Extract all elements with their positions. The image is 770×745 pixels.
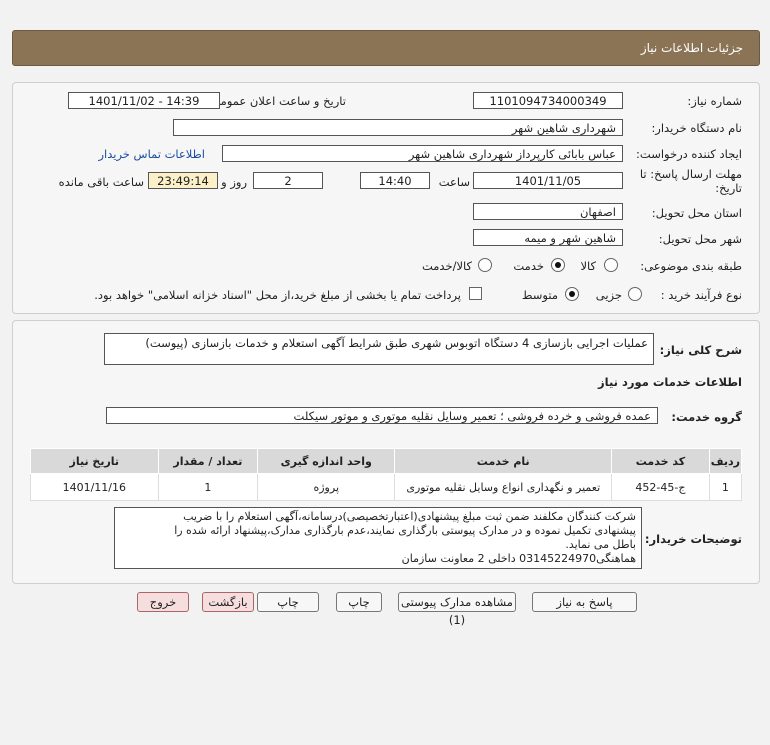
process-label: نوع فرآیند خرید : bbox=[660, 288, 742, 302]
process-radio-minor[interactable] bbox=[628, 287, 642, 301]
page-header: جزئیات اطلاعات نیاز bbox=[12, 30, 760, 66]
buyer-notes-line: باطل می نماید. bbox=[565, 538, 636, 551]
province-label: استان محل تحویل: bbox=[651, 206, 742, 220]
buyer-org-label: نام دستگاه خریدار: bbox=[651, 121, 742, 135]
buyer-notes-line: هماهنگی03145224970 داخلی 2 معاونت سازمان bbox=[401, 552, 636, 565]
need-number-field: 1101094734000349 bbox=[473, 92, 623, 109]
need-number-label: شماره نیاز: bbox=[687, 94, 742, 108]
city-field: شاهین شهر و میمه bbox=[473, 229, 623, 246]
print-button[interactable]: چاپ bbox=[336, 592, 382, 612]
deadline-label-date: تاریخ: bbox=[715, 181, 742, 195]
view-attachments-button[interactable]: مشاهده مدارک پیوستی (1) bbox=[398, 592, 516, 627]
deadline-date-field: 1401/11/05 bbox=[473, 172, 623, 189]
treasury-checkbox[interactable] bbox=[469, 287, 482, 300]
category-radio-service[interactable] bbox=[551, 258, 565, 272]
page-title: جزئیات اطلاعات نیاز bbox=[640, 41, 743, 55]
days-label: روز و bbox=[221, 175, 247, 189]
category-option-goods: کالا bbox=[580, 259, 596, 273]
creator-label: ایجاد کننده درخواست: bbox=[636, 147, 742, 161]
table-cell: 1401/11/16 bbox=[30, 473, 159, 501]
buyer-contact-link[interactable]: اطلاعات تماس خریدار bbox=[98, 147, 205, 161]
service-group-field: عمده فروشی و خرده فروشی ؛ تعمیر وسایل نق… bbox=[106, 407, 658, 424]
remaining-label: ساعت باقی مانده bbox=[58, 175, 144, 189]
category-label: طبقه بندی موضوعی: bbox=[640, 259, 742, 273]
exit-button[interactable]: خروج bbox=[137, 592, 189, 612]
back-button[interactable]: بازگشت bbox=[202, 592, 254, 612]
reply-button[interactable]: پاسخ به نیاز bbox=[532, 592, 637, 612]
announce-field: 1401/11/02 - 14:39 bbox=[68, 92, 220, 109]
remaining-time-field: 23:49:14 bbox=[148, 172, 218, 189]
buyer-notes-field: شرکت کنندگان مکلفند ضمن ثبت مبلغ پیشنهاد… bbox=[114, 507, 642, 569]
column-header: نام خدمت bbox=[394, 448, 613, 474]
category-option-service: خدمت bbox=[513, 259, 544, 273]
creator-field: عباس بابائی کارپرداز شهرداری شاهین شهر bbox=[222, 145, 623, 162]
province-field: اصفهان bbox=[473, 203, 623, 220]
table-cell: ج-45-452 bbox=[611, 473, 710, 501]
buyer-notes-line: شرکت کنندگان مکلفند ضمن ثبت مبلغ پیشنهاد… bbox=[183, 510, 636, 523]
buyer-notes-line: پیشنهادی تکمیل نموده و در مدارک پیوستی ب… bbox=[174, 524, 636, 537]
summary-label: شرح کلی نیاز: bbox=[659, 343, 742, 357]
print-button-2[interactable]: چاپ bbox=[257, 592, 319, 612]
column-header: واحد اندازه گیری bbox=[257, 448, 396, 474]
category-radio-goods[interactable] bbox=[604, 258, 618, 272]
need-details-panel bbox=[12, 82, 760, 314]
treasury-checkbox-label: پرداخت تمام یا بخشی از مبلغ خرید،از محل … bbox=[94, 288, 461, 302]
deadline-time-label: ساعت bbox=[438, 175, 470, 189]
column-header: کد خدمت bbox=[611, 448, 710, 474]
city-label: شهر محل تحویل: bbox=[658, 232, 742, 246]
deadline-time-field: 14:40 bbox=[360, 172, 430, 189]
services-section-title: اطلاعات خدمات مورد نیاز bbox=[598, 375, 742, 389]
buyer-org-field: شهرداری شاهین شهر bbox=[173, 119, 623, 136]
summary-field: عملیات اجرایی بازسازی 4 دستگاه اتوبوس شه… bbox=[104, 333, 654, 365]
service-group-label: گروه خدمت: bbox=[671, 410, 742, 424]
column-header: تاریخ نیاز bbox=[30, 448, 159, 474]
table-cell: پروژه bbox=[257, 473, 396, 501]
table-header-row: ردیف کد خدمت نام خدمت واحد اندازه گیری ت… bbox=[30, 448, 743, 474]
services-table: ردیف کد خدمت نام خدمت واحد اندازه گیری ت… bbox=[30, 448, 743, 501]
table-cell: تعمیر و نگهداری انواع وسایل نقلیه موتوری bbox=[394, 473, 613, 501]
deadline-days-field: 2 bbox=[253, 172, 323, 189]
process-option-minor: جزیی bbox=[595, 288, 622, 302]
process-option-medium: متوسط bbox=[521, 288, 558, 302]
buyer-notes-label: توضیحات خریدار: bbox=[644, 532, 742, 546]
column-header: ردیف bbox=[708, 448, 743, 474]
process-radio-medium[interactable] bbox=[565, 287, 579, 301]
category-radio-goods-service[interactable] bbox=[478, 258, 492, 272]
table-cell: 1 bbox=[708, 473, 743, 501]
table-cell: 1 bbox=[157, 473, 259, 501]
table-row: 1 ج-45-452 تعمیر و نگهداری انواع وسایل ن… bbox=[30, 473, 743, 501]
deadline-label: مهلت ارسال پاسخ: تا bbox=[639, 167, 742, 181]
announce-label: تاریخ و ساعت اعلان عمومی: bbox=[207, 94, 346, 108]
column-header: تعداد / مقدار bbox=[157, 448, 259, 474]
category-option-goods-service: کالا/خدمت bbox=[421, 259, 472, 273]
